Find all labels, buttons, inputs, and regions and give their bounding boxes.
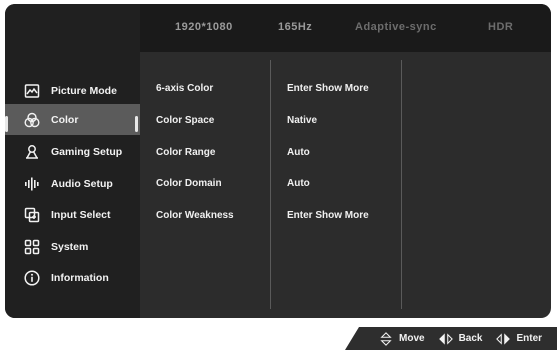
resolution-readout: 1920*1080 xyxy=(175,21,233,33)
input-icon xyxy=(23,206,41,224)
enter-joystick-icon xyxy=(496,332,511,346)
sidebar-item-label: Input Select xyxy=(51,208,111,221)
sidebar-item-label: Picture Mode xyxy=(51,84,117,97)
sidebar-item-information[interactable]: Information xyxy=(5,262,140,293)
setting-label-color-range[interactable]: Color Range xyxy=(156,147,215,158)
sidebar-item-audio-setup[interactable]: Audio Setup xyxy=(5,168,140,199)
sidebar-item-picture-mode[interactable]: Picture Mode xyxy=(5,75,140,106)
column-divider-2 xyxy=(401,60,402,309)
setting-value-color-domain: Auto xyxy=(287,178,310,189)
setting-label-color-weakness[interactable]: Color Weakness xyxy=(156,210,234,221)
sidebar-item-input-select[interactable]: Input Select xyxy=(5,199,140,230)
system-grid-icon xyxy=(23,238,41,256)
enter-hint-label: Enter xyxy=(516,333,543,344)
sidebar-item-label: Audio Setup xyxy=(51,177,113,190)
picture-icon xyxy=(23,82,41,100)
setting-value-color-space: Native xyxy=(287,115,318,126)
key-hint-bar: Move Back Enter xyxy=(345,327,557,350)
hdr-readout: HDR xyxy=(488,21,514,33)
sidebar-item-label: Gaming Setup xyxy=(51,145,123,158)
status-header: 1920*1080 165Hz Adaptive-sync HDR xyxy=(140,4,551,52)
adaptive-sync-readout: Adaptive-sync xyxy=(355,21,437,33)
selection-marker-left xyxy=(5,116,8,132)
osd-menu: Picture Mode Color Gaming Setup Audio Se… xyxy=(5,4,551,318)
move-hint-label: Move xyxy=(399,333,425,344)
back-hint-label: Back xyxy=(458,333,483,344)
move-joystick-icon xyxy=(379,331,393,346)
setting-label-color-space[interactable]: Color Space xyxy=(156,115,214,126)
sidebar-item-label: System xyxy=(51,240,89,253)
audio-bars-icon xyxy=(23,175,41,193)
column-divider-1 xyxy=(270,60,271,309)
sidebar-item-label: Information xyxy=(51,271,109,284)
setting-value-color-weakness: Enter Show More xyxy=(287,210,369,221)
sidebar-item-system[interactable]: System xyxy=(5,231,140,262)
setting-value-color-range: Auto xyxy=(287,147,310,158)
sidebar-item-label: Color xyxy=(51,113,79,126)
selection-marker-right xyxy=(135,116,138,132)
sidebar: Picture Mode Color Gaming Setup Audio Se… xyxy=(5,4,140,318)
setting-value-6-axis-color: Enter Show More xyxy=(287,83,369,94)
color-circles-icon xyxy=(23,111,41,129)
refresh-rate-readout: 165Hz xyxy=(278,21,313,33)
back-joystick-icon xyxy=(438,332,453,346)
setting-label-color-domain[interactable]: Color Domain xyxy=(156,178,222,189)
setting-label-6-axis-color[interactable]: 6-axis Color xyxy=(156,83,213,94)
sidebar-item-color[interactable]: Color xyxy=(5,104,140,135)
gaming-icon xyxy=(23,143,41,161)
sidebar-item-gaming-setup[interactable]: Gaming Setup xyxy=(5,136,140,167)
info-icon xyxy=(23,269,41,287)
